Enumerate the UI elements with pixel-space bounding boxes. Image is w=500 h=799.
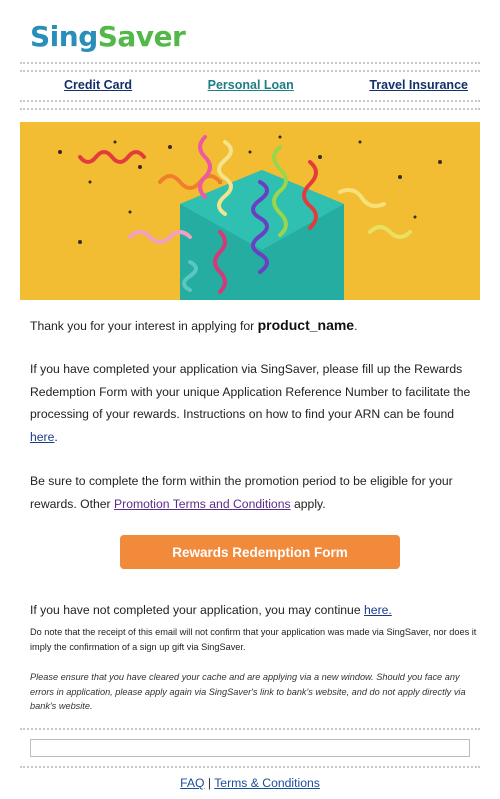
not-completed-paragraph: If you have not completed your applicati… [30,600,480,620]
completed-paragraph: If you have completed your application v… [30,358,480,448]
product-name: product_name [257,317,355,333]
promotion-terms-link[interactable]: Promotion Terms and Conditions [114,497,291,511]
promo-text-after: apply. [293,496,326,511]
footer-links: FAQ | Terms & Conditions [0,776,500,790]
not-completed-text: If you have not completed your applicati… [30,603,361,618]
footer-divider-box [20,728,480,768]
promo-paragraph: Be sure to complete the form within the … [30,470,480,515]
nav-link-personal-loan[interactable]: Personal Loan [208,78,294,92]
disclaimer-note: Do note that the receipt of this email w… [30,627,477,652]
intro-suffix: . [354,319,358,333]
logo[interactable]: SingSaver [30,14,186,58]
footer-separator: | [207,776,212,790]
logo-text-sing: Sing [30,19,98,53]
intro-text-label: Thank you for your interest in applying … [30,319,255,333]
top-nav: Credit Card Personal Loan Travel Insuran… [20,62,480,110]
continue-application-link[interactable]: here. [364,603,392,617]
empty-field-box [30,739,470,757]
nav-link-credit-card[interactable]: Credit Card [64,78,132,92]
email-page: SingSaver Credit Card Personal Loan Trav… [0,0,500,799]
intro-text: Thank you for your interest in applying … [30,314,357,338]
cache-note: Please ensure that you have cleared your… [30,672,466,711]
divider-dotted [20,100,480,110]
completed-text: If you have completed your application v… [30,362,471,421]
hero-banner-image [20,122,480,300]
completed-suffix: . [54,429,58,444]
terms-link[interactable]: Terms & Conditions [214,776,320,790]
logo-text-saver: Saver [97,19,186,53]
nav-link-travel-insurance[interactable]: Travel Insurance [369,78,468,92]
arn-help-link[interactable]: here [30,430,54,444]
faq-link[interactable]: FAQ [180,776,204,790]
divider-dotted [20,62,480,72]
rewards-redemption-form-button[interactable]: Rewards Redemption Form [120,535,400,569]
